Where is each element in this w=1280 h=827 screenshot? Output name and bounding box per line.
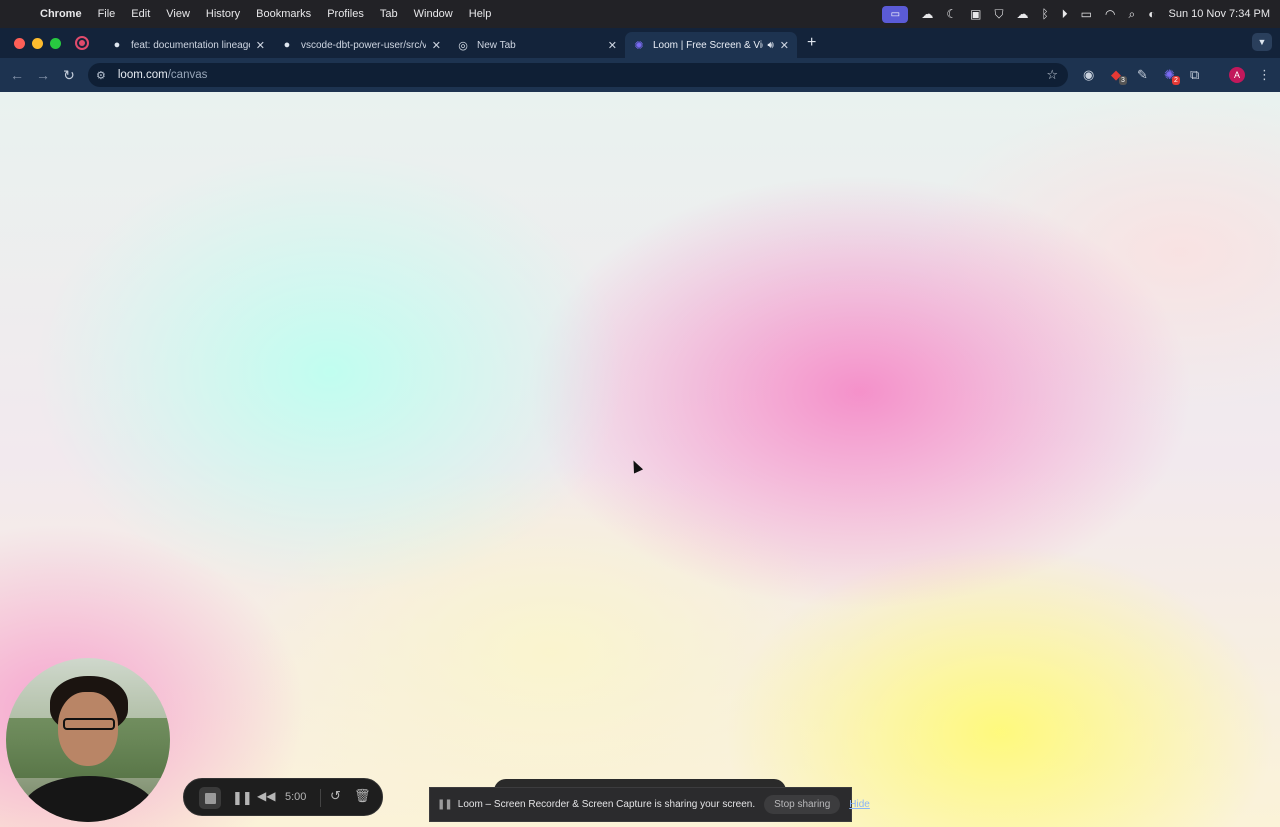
wifi-icon[interactable]: ◠ bbox=[1105, 7, 1115, 21]
close-window-button[interactable] bbox=[14, 37, 25, 49]
new-tab-button[interactable]: + bbox=[807, 34, 816, 52]
stop-icon bbox=[204, 792, 216, 804]
menu-file[interactable]: File bbox=[98, 8, 116, 20]
trash-icon[interactable]: 🗑︎ bbox=[354, 788, 371, 804]
red-extension-icon[interactable]: ◆ 3 bbox=[1111, 58, 1127, 92]
cloud-icon[interactable]: ☁ bbox=[1016, 7, 1028, 21]
url-host: loom.com bbox=[117, 69, 168, 81]
webcam-bubble[interactable] bbox=[6, 658, 170, 822]
menu-help[interactable]: Help bbox=[469, 8, 492, 20]
tab-title: Loom | Free Screen & Vide bbox=[653, 39, 764, 51]
menubar-clock[interactable]: Sun 10 Nov 7:34 PM bbox=[1168, 8, 1270, 20]
loom-canvas bbox=[0, 92, 1280, 827]
drag-handle-icon[interactable]: ❚❚ bbox=[437, 799, 453, 810]
sharing-message: Loom – Screen Recorder & Screen Capture … bbox=[457, 799, 756, 810]
tab-strip: ● feat: documentation lineage p ✕ ● vsco… bbox=[0, 28, 1280, 58]
tab-title: New Tab bbox=[477, 39, 516, 51]
menu-view[interactable]: View bbox=[166, 8, 190, 20]
incognito-extension-icon[interactable]: ◉ bbox=[1083, 58, 1094, 92]
search-icon[interactable]: ⌕ bbox=[1129, 7, 1136, 22]
menu-history[interactable]: History bbox=[206, 8, 240, 20]
profile-button[interactable]: A bbox=[1229, 58, 1245, 92]
stop-recording-button[interactable] bbox=[199, 787, 221, 809]
play-icon[interactable]: ⏵ bbox=[1062, 7, 1068, 22]
loom-icon: ✺ bbox=[634, 39, 644, 52]
moon-icon[interactable]: ☾ bbox=[946, 7, 957, 21]
tab-vscode-dbt-power-user[interactable]: ● vscode-dbt-power-user/src/v ✕ bbox=[273, 32, 449, 58]
restart-icon[interactable]: ↺ bbox=[330, 788, 341, 804]
divider bbox=[320, 789, 321, 807]
hide-banner-link[interactable]: Hide bbox=[849, 799, 870, 810]
image-icon[interactable]: ▣ bbox=[970, 7, 981, 21]
rewind-icon[interactable]: ◀◀ bbox=[257, 789, 275, 803]
menu-tab[interactable]: Tab bbox=[380, 8, 398, 20]
tab-search-chevron-icon[interactable]: ▼ bbox=[1252, 33, 1272, 51]
menu-app-name[interactable]: Chrome bbox=[40, 8, 82, 20]
pause-icon[interactable]: ❚❚ bbox=[232, 790, 253, 806]
bluetooth-icon[interactable]: ᛒ bbox=[1041, 7, 1048, 21]
recording-timer: 5:00 bbox=[285, 791, 307, 803]
status-area: ▭ ☁ ☾ ▣ ⛉ ☁ ᛒ ⏵ ▭ ◠ ⌕ ◐ Sun 10 Nov 7:34 … bbox=[882, 0, 1270, 28]
menu-window[interactable]: Window bbox=[414, 8, 453, 20]
github-icon: ● bbox=[113, 39, 121, 51]
control-center-icon[interactable]: ◐ bbox=[1148, 7, 1155, 21]
menu-bar: Chrome File Edit View History Bookmarks … bbox=[0, 0, 1280, 28]
loom-extension-icon[interactable]: ✺ 2 bbox=[1164, 58, 1180, 92]
chrome-icon: ◎ bbox=[458, 39, 468, 52]
stop-sharing-button[interactable]: Stop sharing bbox=[764, 795, 841, 814]
menu-kebab-icon[interactable]: ⋮ bbox=[1258, 58, 1271, 92]
window-controls bbox=[14, 37, 61, 49]
menu-profiles[interactable]: Profiles bbox=[327, 8, 364, 20]
recording-indicator-icon bbox=[75, 36, 89, 50]
menu-edit[interactable]: Edit bbox=[131, 8, 150, 20]
reload-icon[interactable]: ↻ bbox=[56, 67, 82, 84]
recording-controls: ❚❚ ◀◀ 5:00 ↺ 🗑︎ bbox=[183, 778, 383, 816]
avatar: A bbox=[1229, 67, 1245, 83]
back-arrow-icon[interactable]: ← bbox=[4, 67, 30, 83]
extension-badge: 2 bbox=[1172, 76, 1180, 85]
battery-icon[interactable]: ▭ bbox=[1081, 7, 1092, 21]
tab-new-tab[interactable]: ◎ New Tab ✕ bbox=[449, 32, 625, 58]
close-tab-icon[interactable]: ✕ bbox=[256, 39, 265, 52]
zoom-window-button[interactable] bbox=[50, 37, 61, 49]
forward-arrow-icon[interactable]: → bbox=[30, 67, 56, 83]
close-tab-icon[interactable]: ✕ bbox=[608, 39, 617, 52]
menu-bookmarks[interactable]: Bookmarks bbox=[256, 8, 311, 20]
shield-icon[interactable]: ⛉ bbox=[994, 7, 1003, 22]
browser-toolbar: ← → ↻ ⚙ loom.com/canvas ☆ ◉ ◆ 3 ✎ ✺ 2 ⧉ … bbox=[0, 58, 1280, 92]
tab-title: vscode-dbt-power-user/src/v bbox=[301, 39, 426, 51]
tab-title: feat: documentation lineage p bbox=[131, 39, 250, 51]
tab-loom[interactable]: ✺ Loom | Free Screen & Vide 🔊︎ ✕ bbox=[625, 32, 797, 58]
mouse-cursor-icon bbox=[628, 458, 644, 474]
github-icon: ● bbox=[283, 39, 291, 51]
screen-sharing-banner: ❚❚ Loom – Screen Recorder & Screen Captu… bbox=[429, 787, 870, 822]
speaker-icon[interactable]: 🔊︎ bbox=[767, 40, 773, 51]
site-settings-icon[interactable]: ⚙ bbox=[96, 69, 106, 82]
tab-documentation-lineage[interactable]: ● feat: documentation lineage p ✕ bbox=[103, 32, 273, 58]
bookmark-star-icon[interactable]: ☆ bbox=[1046, 67, 1058, 83]
weather-icon[interactable]: ☁ bbox=[921, 7, 933, 21]
extension-badge: 3 bbox=[1119, 76, 1127, 85]
address-bar[interactable]: ⚙ loom.com/canvas ☆ bbox=[88, 63, 1068, 87]
screen-share-status-icon[interactable]: ▭ bbox=[882, 5, 909, 23]
eyedropper-extension-icon[interactable]: ✎ bbox=[1137, 58, 1148, 92]
close-tab-icon[interactable]: ✕ bbox=[780, 39, 789, 52]
close-tab-icon[interactable]: ✕ bbox=[432, 39, 441, 52]
url-path: /canvas bbox=[167, 69, 208, 81]
minimize-window-button[interactable] bbox=[32, 37, 43, 49]
extensions-puzzle-icon[interactable]: ⧉ bbox=[1190, 58, 1199, 92]
